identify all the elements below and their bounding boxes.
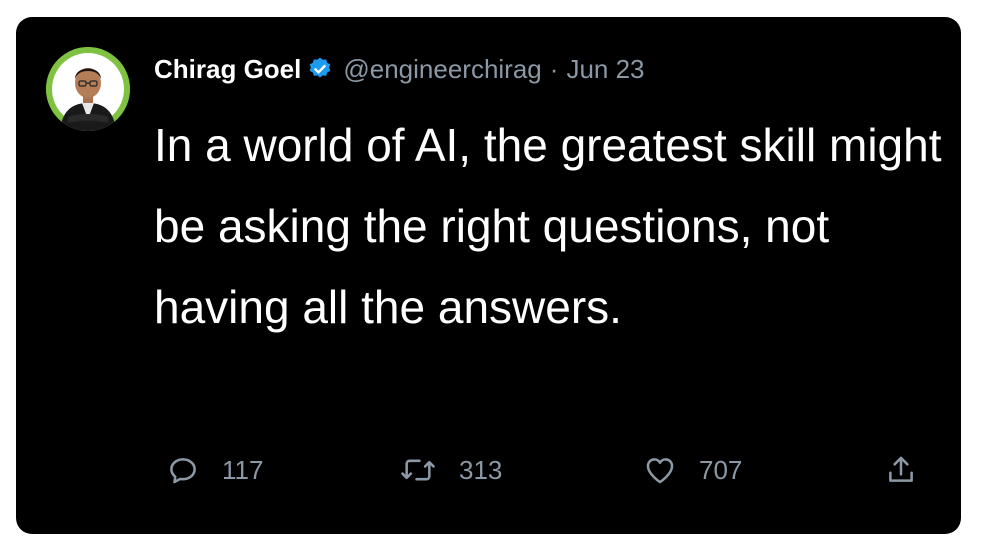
- author-name[interactable]: Chirag Goel: [154, 54, 301, 85]
- tweet-card[interactable]: Chirag Goel @engineerchirag · Jun 23 In …: [16, 17, 961, 534]
- tweet-header: Chirag Goel @engineerchirag · Jun 23: [154, 53, 645, 85]
- heart-icon: [646, 458, 674, 484]
- header-separator: ·: [549, 53, 559, 84]
- retweet-icon: [401, 459, 435, 481]
- share-button[interactable]: [884, 450, 918, 490]
- tweet-actions: 117 313 707: [16, 450, 961, 490]
- reply-button[interactable]: 117: [166, 450, 263, 490]
- like-button[interactable]: 707: [643, 450, 742, 490]
- like-count: 707: [699, 454, 743, 485]
- verified-badge-icon: [307, 56, 333, 82]
- author-handle[interactable]: @engineerchirag: [343, 54, 541, 85]
- avatar-image: [46, 47, 130, 131]
- reply-count: 117: [222, 454, 264, 485]
- reply-icon: [170, 458, 196, 484]
- tweet-text: In a world of AI, the greatest skill mig…: [154, 119, 942, 333]
- tweet-date[interactable]: Jun 23: [566, 54, 644, 85]
- retweet-count: 313: [459, 454, 503, 485]
- retweet-button[interactable]: 313: [399, 450, 502, 490]
- share-icon: [889, 456, 913, 482]
- avatar[interactable]: [46, 47, 130, 131]
